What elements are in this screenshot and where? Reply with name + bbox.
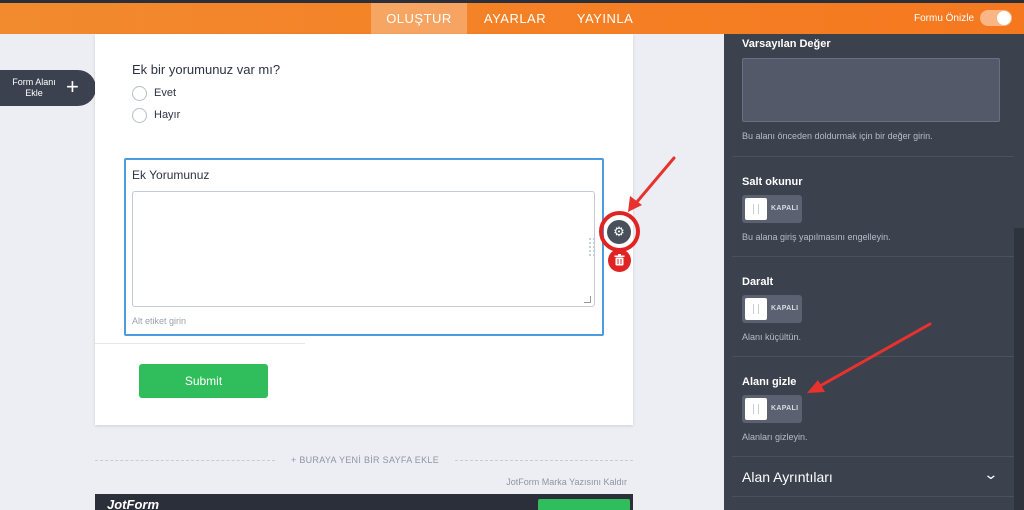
default-value-title: Varsayılan Değer [742,38,831,50]
remove-branding-link[interactable]: JotForm Marka Yazısını Kaldır [506,477,627,487]
comment-textarea[interactable] [132,191,595,307]
panel-divider [732,456,1014,457]
annotation-circle [599,211,640,252]
resize-grip-icon[interactable] [584,296,591,303]
readonly-title: Salt okunur [742,176,803,188]
panel-divider [732,156,1014,157]
field-details-header[interactable]: Alan Ayrıntıları [742,469,833,485]
top-bar: OLUŞTUR AYARLAR YAYINLA Formu Önizle [0,0,1024,34]
branding-footer: JotForm [95,494,633,510]
panel-divider [732,356,1014,357]
add-page-line [455,460,633,461]
tab-settings[interactable]: AYARLAR [475,3,555,34]
arrow-to-gear [634,156,676,205]
sub-label-input[interactable]: Alt etiket girin [132,316,186,326]
plus-icon: + [66,74,79,99]
toggle-knob [745,198,767,220]
radio-label: Evet [154,87,177,99]
field-label[interactable]: Ek Yorumunuz [132,168,209,182]
panel-divider [732,496,1014,497]
tab-build[interactable]: OLUŞTUR [371,3,467,34]
tab-publish[interactable]: YAYINLA [565,3,645,34]
preview-form-label: Formu Önizle [913,13,974,24]
default-value-desc: Bu alanı önceden doldurmak için bir değe… [742,131,933,141]
radio-label: Hayır [154,109,181,121]
radio-circle[interactable] [132,107,147,123]
delete-field-button[interactable] [608,249,631,272]
toggle-state-label: KAPALI [771,205,799,212]
add-form-field-button[interactable]: Form Alanı Ekle + [0,70,96,106]
shrink-toggle[interactable]: KAPALI [742,295,802,323]
preview-toggle-knob [997,11,1011,25]
toggle-state-label: KAPALI [771,405,799,412]
toggle-knob [745,298,767,320]
toggle-state-label: KAPALI [771,305,799,312]
hide-field-title: Alanı gizle [742,376,797,388]
shrink-title: Daralt [742,276,774,288]
hide-field-toggle[interactable]: KAPALI [742,395,802,423]
hide-field-desc: Alanları gizleyin. [742,432,808,442]
divider [95,343,305,344]
toggle-knob [745,398,767,420]
radio-circle[interactable] [132,85,147,101]
add-new-page-link[interactable]: + BURAYA YENİ BİR SAYFA EKLE [280,455,450,465]
readonly-toggle[interactable]: KAPALI [742,195,802,223]
add-page-line [95,460,275,461]
trash-icon [614,254,625,266]
jotform-logo: JotForm [107,497,159,510]
shrink-desc: Alanı küçültün. [742,332,802,342]
radio-option-yes[interactable]: Evet [132,85,176,101]
question-title: Ek bir yorumunuz var mı? [132,62,281,77]
add-form-field-label: Form Alanı Ekle [12,77,56,98]
footer-cta-button[interactable] [538,499,630,510]
panel-scrollbar[interactable] [1014,228,1024,510]
readonly-desc: Bu alana giriş yapılmasını engelleyin. [742,232,891,242]
submit-button[interactable]: Submit [139,364,268,398]
preview-form-toggle[interactable] [980,10,1012,26]
drag-handle-icon[interactable] [588,237,596,257]
chevron-down-icon[interactable]: ⌄ [983,466,998,483]
default-value-textarea[interactable] [742,58,1000,122]
radio-option-no[interactable]: Hayır [132,107,180,123]
panel-divider [732,256,1014,257]
